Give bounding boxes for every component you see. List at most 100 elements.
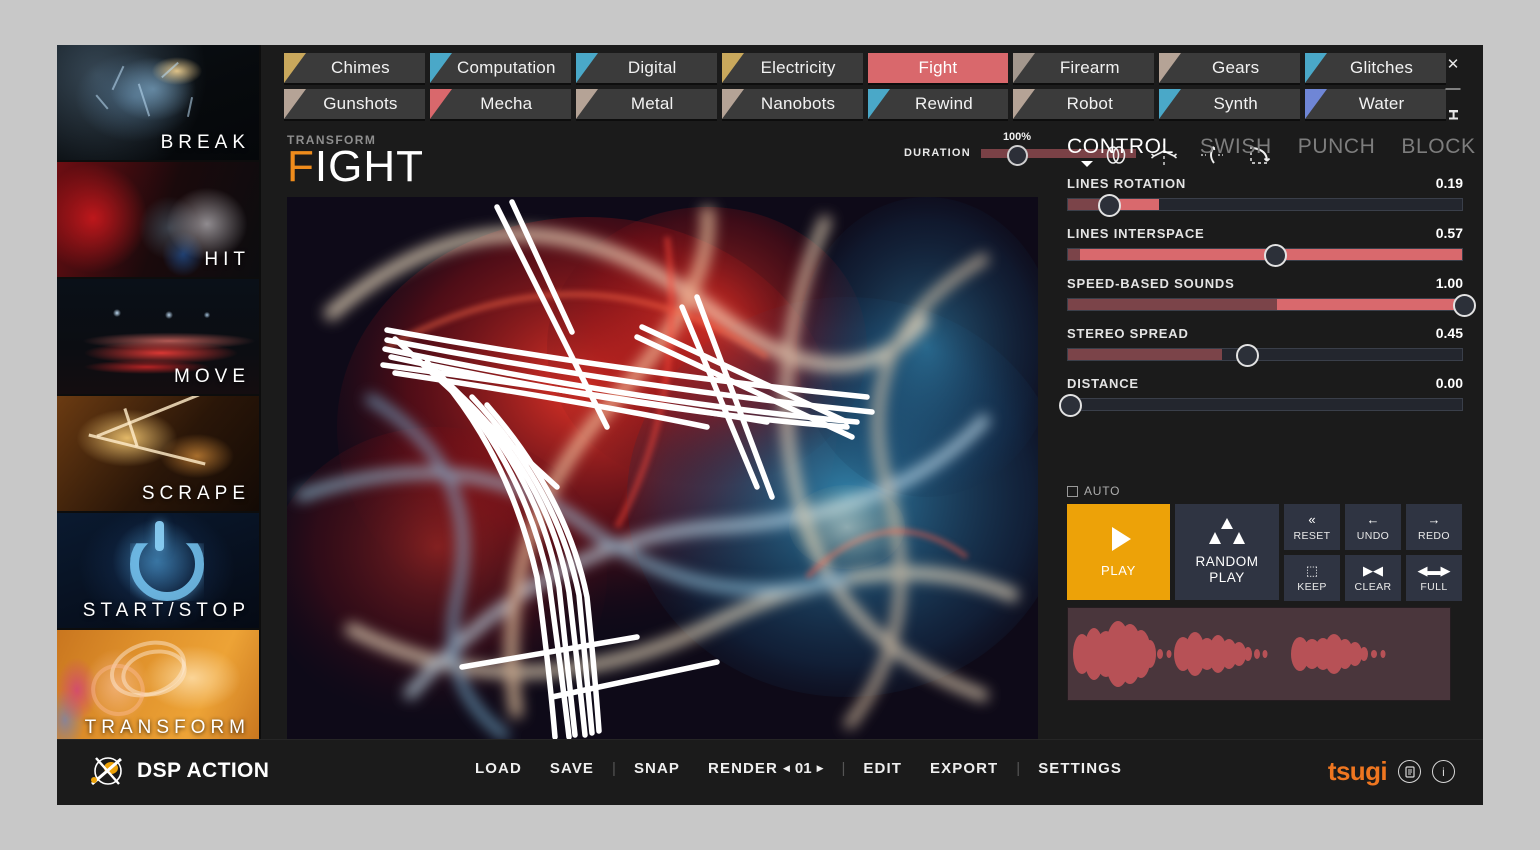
app-logo[interactable]: DSP ACTION [89, 754, 269, 788]
tab-electricity[interactable]: Electricity [721, 53, 863, 83]
footer-menu: LOAD SAVE | SNAP RENDER ◀ 01 ▶ | EDIT EXPORT | SETTI… [461, 760, 1136, 777]
footer-item-save[interactable]: SAVE [536, 760, 608, 777]
slider-fill-dim [1068, 349, 1222, 360]
sidebar-item-start-stop[interactable]: START/STOP [57, 513, 259, 630]
tab-chimes[interactable]: Chimes [284, 53, 425, 83]
random-play-button[interactable]: RANDOM PLAY [1175, 504, 1279, 600]
auto-row[interactable]: AUTO [1067, 484, 1463, 498]
slider-handle[interactable] [1263, 244, 1287, 267]
tab-glitches[interactable]: Glitches [1305, 53, 1446, 83]
tab-robot[interactable]: Robot [1013, 89, 1155, 119]
render-prev-arrow[interactable]: ◀ [783, 763, 790, 774]
tab-metal[interactable]: Metal [575, 89, 717, 119]
tab-fight[interactable]: Fight [867, 53, 1009, 83]
footer-item-settings[interactable]: SETTINGS [1024, 760, 1136, 777]
tab-label: Synth [1213, 94, 1258, 113]
sidebar-item-move[interactable]: MOVE [57, 279, 259, 396]
tab-corner-accent [721, 89, 744, 119]
slider-value: 0.45 [1435, 325, 1463, 341]
tab-rewind[interactable]: Rewind [867, 89, 1009, 119]
drawing-canvas[interactable] [287, 197, 1038, 739]
random-play-label-line: RANDOM [1195, 554, 1259, 569]
sidebar-item-break[interactable]: BREAK [57, 45, 259, 162]
close-button[interactable]: ✕ [1433, 53, 1473, 77]
tab-gears[interactable]: Gears [1159, 53, 1301, 83]
slider-handle[interactable] [1453, 294, 1476, 317]
slider-track[interactable] [1067, 194, 1463, 217]
tab-label: Gunshots [323, 94, 398, 113]
panel-tab-swish[interactable]: SWISH [1200, 135, 1272, 167]
tab-digital[interactable]: Digital [575, 53, 717, 83]
footer-item-export[interactable]: EXPORT [916, 760, 1012, 777]
undo-button[interactable]: ← UNDO [1345, 504, 1401, 550]
play-button-label: PLAY [1100, 562, 1137, 578]
clear-button[interactable]: ▶◀ CLEAR [1345, 555, 1401, 601]
slider-handle[interactable] [1098, 194, 1122, 217]
sidebar-item-hit[interactable]: HIT [57, 162, 259, 279]
slider-distance: DISTANCE 0.00 [1059, 375, 1463, 417]
sidebar-item-scrape[interactable]: SCRAPE [57, 396, 259, 513]
tab-computation[interactable]: Computation [429, 53, 571, 83]
slider-handle[interactable] [1236, 344, 1260, 367]
auto-label: AUTO [1084, 484, 1121, 498]
minimize-button[interactable]: — [1433, 77, 1473, 101]
pin-button[interactable] [1433, 107, 1473, 131]
tab-mecha[interactable]: Mecha [429, 89, 571, 119]
footer-separator: | [841, 760, 846, 777]
render-next-arrow[interactable]: ▶ [817, 763, 824, 774]
panel-tab-block[interactable]: BLOCK [1401, 135, 1475, 167]
render-control[interactable]: RENDER ◀ 01 ▶ [694, 760, 837, 777]
slider-list: LINES ROTATION 0.19 LINES INTERSPACE 0.57 SP… [1059, 175, 1476, 417]
keep-icon: ⬚ [1305, 563, 1319, 578]
slider-label: LINES ROTATION [1067, 176, 1187, 191]
play-button[interactable]: PLAY [1067, 504, 1170, 600]
slider-track[interactable] [1067, 294, 1476, 317]
tab-gunshots[interactable]: Gunshots [284, 89, 425, 119]
reset-button[interactable]: « RESET [1284, 504, 1340, 550]
tab-corner-accent [1159, 89, 1182, 119]
sound-tabs-row-2: Gunshots Mecha Metal Nanobots Rewind Robot Syn… [284, 89, 1446, 119]
tab-corner-accent [721, 53, 744, 83]
sidebar-item-transform[interactable]: TRANSFORM [57, 630, 259, 747]
slider-track[interactable] [1067, 344, 1463, 367]
info-icon[interactable]: i [1432, 760, 1455, 783]
reset-icon: « [1308, 512, 1316, 527]
duration-slider-handle[interactable] [1006, 144, 1028, 166]
slider-track[interactable] [1059, 394, 1463, 417]
footer-item-edit[interactable]: EDIT [849, 760, 916, 777]
footer-item-load[interactable]: LOAD [461, 760, 536, 777]
panel-tab-punch[interactable]: PUNCH [1298, 135, 1376, 167]
tab-label: Nanobots [760, 94, 836, 113]
tab-water[interactable]: Water [1305, 89, 1446, 119]
slider-handle[interactable] [1059, 394, 1082, 417]
tab-label: Rewind [914, 94, 973, 113]
slider-track[interactable] [1067, 244, 1463, 267]
pin-icon [1448, 110, 1458, 120]
sidebar-item-label: TRANSFORM [84, 717, 250, 738]
page-title-rest: IGHT [314, 142, 424, 191]
document-icon[interactable] [1398, 760, 1421, 783]
tab-synth[interactable]: Synth [1159, 89, 1301, 119]
sidebar-item-label: MOVE [174, 366, 250, 387]
tab-firearm[interactable]: Firearm [1013, 53, 1155, 83]
tab-nanobots[interactable]: Nanobots [721, 89, 863, 119]
keep-button[interactable]: ⬚ KEEP [1284, 555, 1340, 601]
slider-header: SPEED-BASED SOUNDS 1.00 [1067, 275, 1463, 291]
panel-tab-control[interactable]: CONTROL [1067, 135, 1174, 167]
slider-label: SPEED-BASED SOUNDS [1067, 276, 1235, 291]
slider-value: 0.19 [1435, 175, 1463, 191]
redo-button[interactable]: → REDO [1406, 504, 1462, 550]
slider-value: 1.00 [1435, 275, 1463, 291]
tab-corner-accent [284, 53, 306, 83]
footer-separator: | [612, 760, 616, 777]
dsp-action-logo-icon [91, 757, 122, 786]
waveform-graphic [1073, 621, 1386, 687]
slider-value: 0.00 [1435, 375, 1463, 391]
auto-checkbox[interactable] [1067, 485, 1078, 497]
brand-area: tsugi i [1328, 756, 1455, 787]
play-triangle-icon [1111, 526, 1131, 551]
full-button[interactable]: ◀▬▶ FULL [1406, 555, 1462, 601]
waveform-display[interactable] [1067, 607, 1451, 701]
redo-icon: → [1427, 512, 1441, 527]
footer-item-snap[interactable]: SNAP [620, 760, 694, 777]
